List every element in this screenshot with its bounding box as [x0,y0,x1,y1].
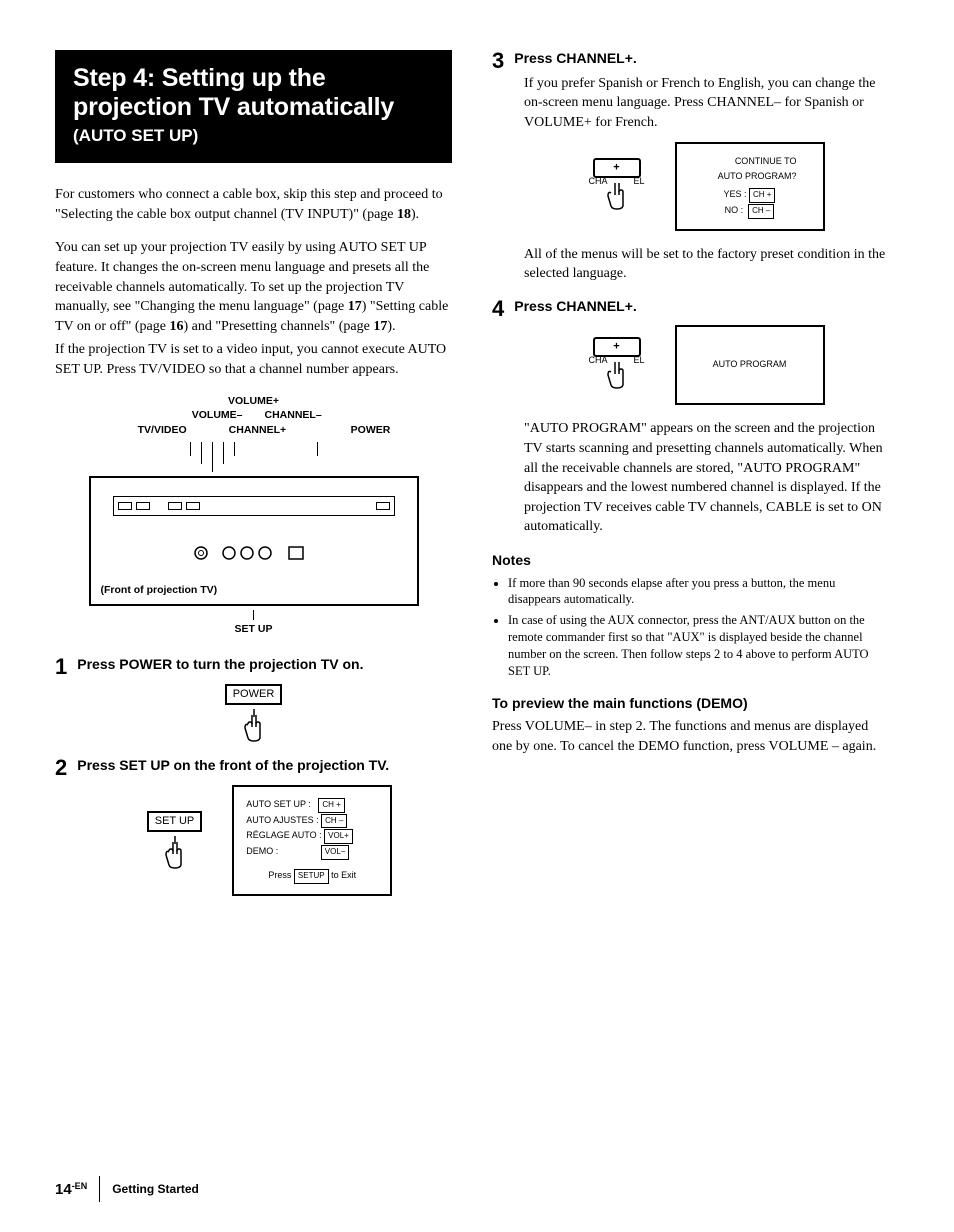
step-3-body: If you prefer Spanish or French to Engli… [524,74,889,133]
press-hand-icon [155,834,195,870]
step-4-number: 4 [492,298,504,320]
label-tv-video: TV/VIDEO [117,423,187,438]
step-1-number: 1 [55,656,67,678]
demo-heading: To preview the main functions (DEMO) [492,694,889,714]
left-column: Step 4: Setting up the projection TV aut… [55,50,452,910]
intro-paragraph-1: For customers who connect a cable box, s… [55,185,452,224]
step-4: 4 Press CHANNEL+. + CHAEL AUTO PROGRAM [492,298,889,537]
page-footer: 14-EN Getting Started [55,1176,199,1202]
channel-button-illustration: + CHAEL [589,158,645,215]
press-hand-icon [234,707,274,743]
step-2: 2 Press SET UP on the front of the proje… [55,757,452,895]
auto-program-screen: AUTO PROGRAM [675,325,825,405]
press-hand-icon [597,360,637,390]
right-column: 3 Press CHANNEL+. If you prefer Spanish … [492,50,889,910]
front-panel-diagram: VOLUME+ VOLUME– CHANNEL– TV/VIDEO CHANNE… [89,394,419,637]
page-number: 14 [55,1181,72,1198]
notes-section: Notes If more than 90 seconds elapse aft… [492,551,889,680]
intro-paragraph-2: You can set up your projection TV easily… [55,238,452,336]
front-caption: (Front of projection TV) [101,583,218,598]
heading-main: Step 4: Setting up the projection TV aut… [73,64,434,122]
setup-button-illustration: SET UP [147,811,203,870]
demo-body: Press VOLUME– in step 2. The functions a… [492,717,889,756]
step-3-title: Press CHANNEL+. [514,50,889,68]
label-volume-plus: VOLUME+ [89,394,419,409]
label-channel-minus: CHANNEL– [265,408,335,423]
step-3-number: 3 [492,50,504,72]
step-3: 3 Press CHANNEL+. If you prefer Spanish … [492,50,889,284]
step-2-number: 2 [55,757,67,779]
demo-section: To preview the main functions (DEMO) Pre… [492,694,889,757]
step-4-title: Press CHANNEL+. [514,298,889,316]
step-heading-block: Step 4: Setting up the projection TV aut… [55,50,452,163]
step-3-after: All of the menus will be set to the fact… [524,245,889,284]
av-jacks-icon [189,540,319,566]
note-item: In case of using the AUX connector, pres… [508,612,889,680]
label-setup: SET UP [235,623,273,635]
notes-heading: Notes [492,551,889,571]
step-4-body: "AUTO PROGRAM" appears on the screen and… [524,419,889,537]
channel-button-illustration: + CHAEL [589,337,645,394]
label-channel-plus: CHANNEL+ [229,423,299,438]
intro-paragraph-3: If the projection TV is set to a video i… [55,340,452,379]
auto-program-prompt-screen: CONTINUE TO AUTO PROGRAM? YES : CH + NO … [675,142,825,230]
note-item: If more than 90 seconds elapse after you… [508,575,889,609]
setup-menu-screen: AUTO SET UP : CH + AUTO AJUSTES : CH – R… [232,785,392,896]
label-volume-minus: VOLUME– [173,408,243,423]
press-hand-icon [597,181,637,211]
heading-sub: (AUTO SET UP) [73,124,434,148]
label-power: POWER [351,423,391,438]
step-1-title: Press POWER to turn the projection TV on… [77,656,452,674]
footer-separator [99,1176,100,1202]
footer-section-name: Getting Started [112,1181,199,1198]
step-2-title: Press SET UP on the front of the project… [77,757,452,775]
step-1: 1 Press POWER to turn the projection TV … [55,656,452,743]
power-button-illustration: POWER [225,684,283,743]
front-panel-box: (Front of projection TV) [89,476,419,606]
